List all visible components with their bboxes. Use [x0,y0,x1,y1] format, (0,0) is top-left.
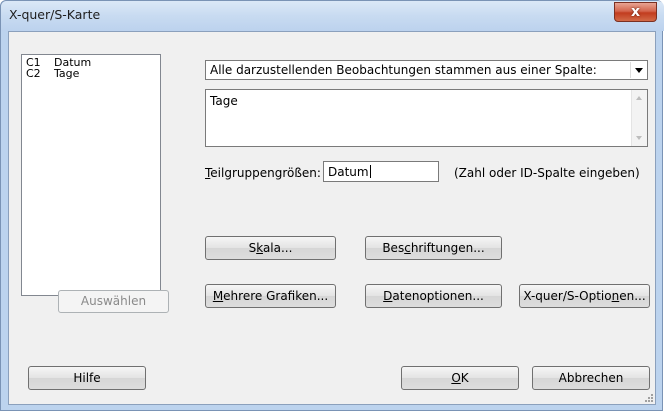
select-button[interactable]: Auswählen [58,290,169,313]
dialog-window: X-quer/S-Karte x C1 Datum C2 Tage Auswäh… [0,0,664,411]
subgroup-size-input[interactable]: Datum [323,161,439,182]
scale-button[interactable]: Skala... [205,236,336,260]
select-button-label: Auswählen [80,294,147,308]
xbar-s-options-button[interactable]: X-quer/S-Optionen... [519,284,650,308]
multiple-graphs-button[interactable]: Mehrere Grafiken... [205,284,336,308]
subgroup-size-hint: (Zahl oder ID-Spalte eingeben) [454,166,640,180]
cancel-button[interactable]: Abbrechen [532,366,650,390]
close-icon: x [630,4,641,20]
columns-textarea[interactable]: Tage [205,89,648,147]
columns-textarea-value: Tage [210,94,238,108]
resize-grip-icon[interactable] [643,392,653,402]
variable-name: Tage [54,67,80,80]
dropdown-arrow-icon[interactable] [630,62,646,78]
subgroup-size-label: Teilgruppengrößen: [205,166,321,180]
variable-column-id: C2 [26,67,41,80]
help-button[interactable]: Hilfe [28,366,146,390]
data-arrangement-dropdown[interactable]: Alle darzustellenden Beobachtungen stamm… [205,60,648,80]
subgroup-size-input-value: Datum [328,165,371,179]
title-bar: X-quer/S-Karte x [1,1,664,31]
help-button-label: Hilfe [73,371,101,385]
variable-list[interactable]: C1 Datum C2 Tage [21,54,161,296]
close-button[interactable]: x [614,2,657,22]
window-title: X-quer/S-Karte [9,7,101,22]
scroll-down-icon[interactable] [636,136,642,140]
dropdown-selected-value: Alle darzustellenden Beobachtungen stamm… [210,63,597,77]
scroll-up-icon[interactable] [636,96,642,100]
labels-button[interactable]: Beschriftungen... [365,236,502,260]
ok-button[interactable]: OK [401,366,519,390]
data-options-button[interactable]: Datenoptionen... [365,284,502,308]
textarea-scrollbar[interactable] [631,90,647,146]
dialog-client-area: C1 Datum C2 Tage Auswählen Hilfe Alle da… [8,31,656,405]
cancel-button-label: Abbrechen [558,371,624,385]
